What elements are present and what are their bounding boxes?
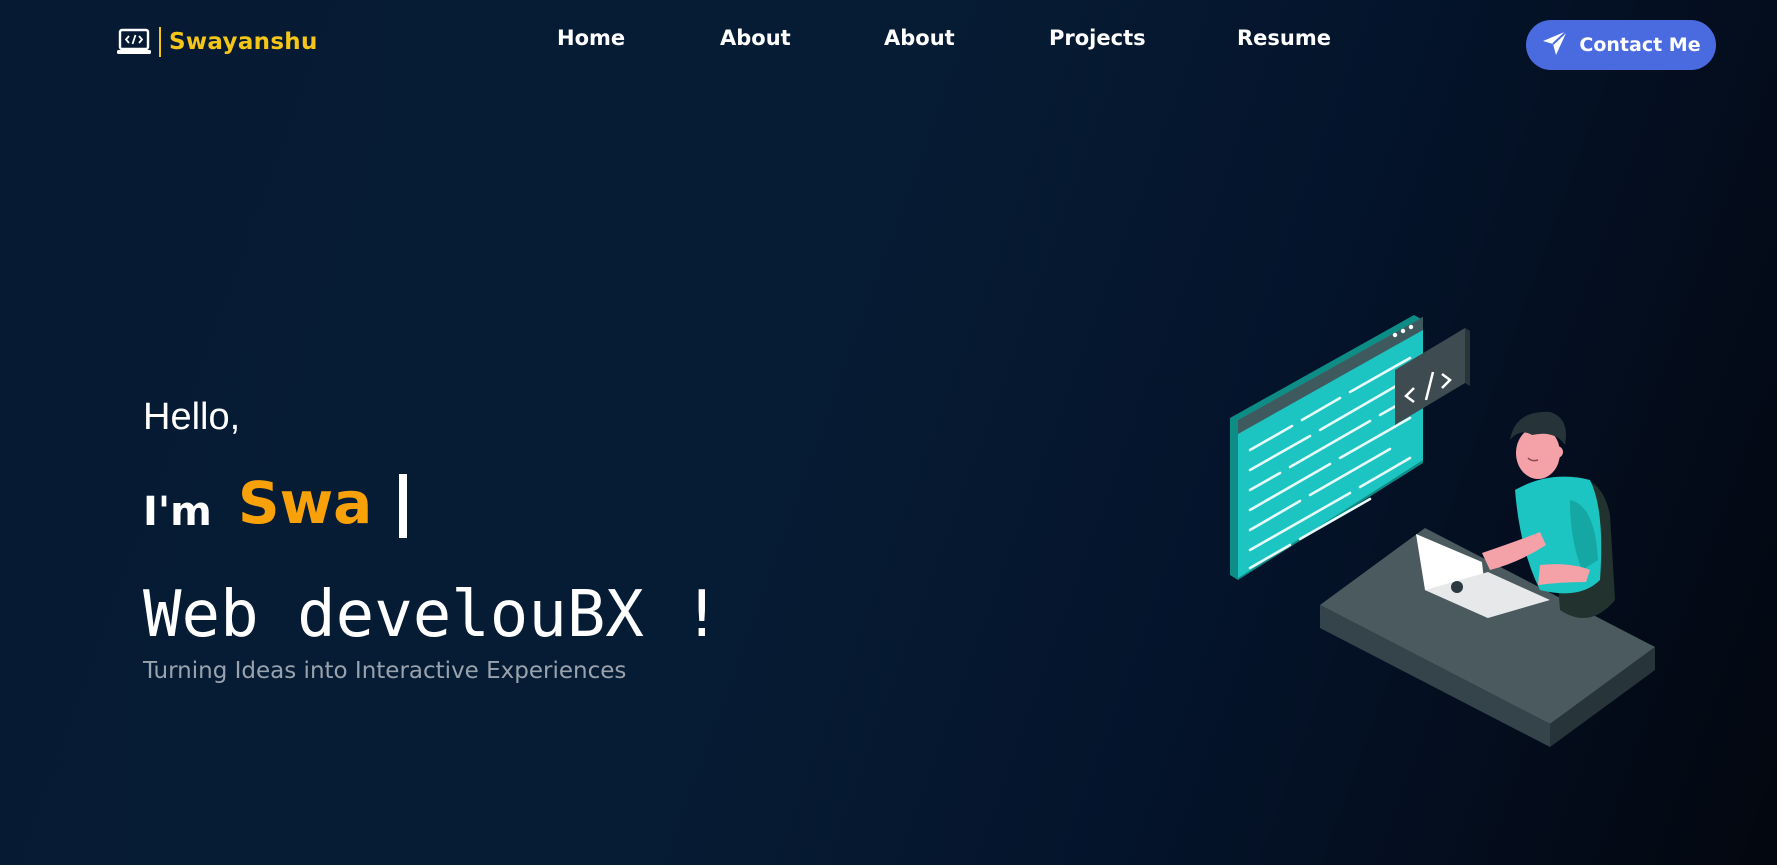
nav-home[interactable]: Home: [557, 26, 625, 50]
developer-at-desk-illustration: [1220, 300, 1670, 760]
nav-about-2[interactable]: About: [884, 26, 955, 50]
hero-typed-name: Swa: [237, 469, 373, 537]
hero-name-row: I'm Swa: [143, 463, 408, 543]
code-screen-graphic: [1230, 315, 1423, 580]
hero-greeting: Hello,: [143, 396, 241, 438]
developer-person-graphic: [1482, 411, 1602, 594]
nav-resume[interactable]: Resume: [1237, 26, 1331, 50]
nav-about[interactable]: About: [720, 26, 791, 50]
contact-me-label: Contact Me: [1579, 34, 1701, 56]
portfolio-page: Swayanshu Home About About Projects Resu…: [0, 0, 1777, 865]
paper-plane-icon: [1541, 29, 1569, 61]
hero-intro: I'm: [143, 489, 212, 535]
hero-tagline: Turning Ideas into Interactive Experienc…: [143, 658, 627, 684]
nav-projects[interactable]: Projects: [1049, 26, 1146, 50]
typing-cursor: [399, 474, 408, 538]
hero-role: Web develouBX !: [143, 578, 721, 652]
main-nav: Home About About Projects Resume: [0, 26, 1777, 56]
contact-me-button[interactable]: Contact Me: [1526, 20, 1716, 70]
